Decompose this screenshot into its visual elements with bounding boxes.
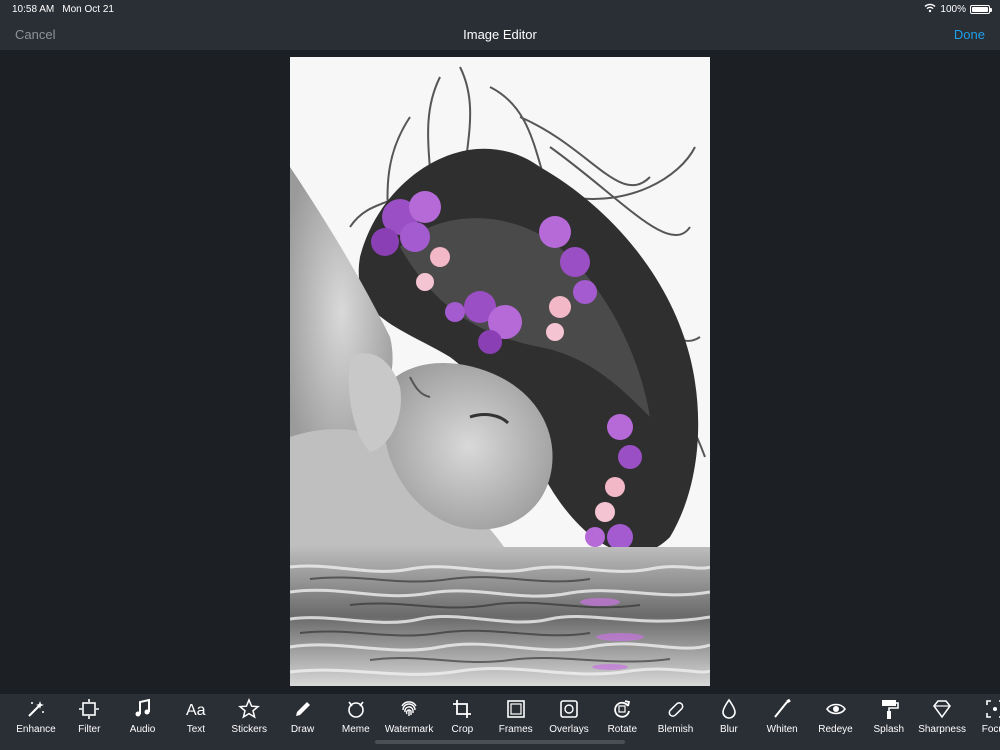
tool-whiten[interactable]: Whiten: [755, 698, 809, 742]
status-right: 100%: [924, 3, 992, 16]
star-icon: [238, 698, 261, 720]
tool-label: Redeye: [818, 724, 853, 735]
music-note-icon: [132, 698, 154, 720]
eye-icon: [825, 698, 847, 720]
tool-enhance[interactable]: Enhance: [9, 698, 63, 742]
photo-artwork: [290, 57, 710, 686]
tool-label: Whiten: [766, 724, 798, 735]
battery-tip: [990, 8, 992, 12]
tool-label: Blemish: [657, 724, 694, 735]
tool-rotate[interactable]: Rotate: [595, 698, 649, 742]
status-time: 10:58 AM: [12, 4, 55, 15]
paint-roller-icon: [878, 698, 900, 720]
tool-stickers[interactable]: Stickers: [222, 698, 276, 742]
tool-overlays[interactable]: Overlays: [542, 698, 596, 742]
tool-label: Rotate: [607, 724, 638, 735]
battery-percent: 100%: [940, 4, 966, 15]
rotate-icon: [611, 698, 633, 720]
tool-meme[interactable]: Meme: [329, 698, 383, 742]
image-editor-screen: 10:58 AM Mon Oct 21 100% Cancel Image Ed…: [0, 0, 1000, 750]
droplet-icon: [718, 698, 740, 720]
filter-icon: [78, 698, 100, 720]
tool-label: Crop: [451, 724, 474, 735]
crop-icon: [451, 698, 473, 720]
tool-label: Focus: [981, 724, 1000, 735]
tool-text[interactable]: Aa Text: [169, 698, 223, 742]
tool-sharpness[interactable]: Sharpness: [915, 698, 969, 742]
tool-label: Splash: [873, 724, 905, 735]
tool-draw[interactable]: Draw: [276, 698, 330, 742]
edited-photo[interactable]: [290, 57, 710, 686]
svg-text:Aa: Aa: [186, 702, 206, 719]
tool-watermark[interactable]: Watermark: [382, 698, 436, 742]
tool-label: Filter: [78, 724, 101, 735]
done-button[interactable]: Done: [954, 27, 985, 42]
tool-label: Draw: [290, 724, 315, 735]
tool-label: Watermark: [384, 724, 434, 735]
tool-blur[interactable]: Blur: [702, 698, 756, 742]
brush-icon: [771, 698, 793, 720]
overlay-icon: [558, 698, 580, 720]
text-aa-icon: Aa: [185, 698, 207, 720]
page-title: Image Editor: [463, 27, 537, 42]
tool-frames[interactable]: Frames: [489, 698, 543, 742]
tool-blemish[interactable]: Blemish: [649, 698, 703, 742]
wifi-icon: [924, 3, 936, 16]
tool-label: Audio: [129, 724, 156, 735]
bandage-icon: [665, 698, 687, 720]
tool-audio[interactable]: Audio: [116, 698, 170, 742]
tool-label: Frames: [498, 724, 533, 735]
meme-face-icon: [345, 698, 367, 720]
focus-icon: [984, 698, 1000, 720]
tool-label: Stickers: [231, 724, 267, 735]
status-bar: 10:58 AM Mon Oct 21 100%: [0, 0, 1000, 18]
tool-filter[interactable]: Filter: [62, 698, 116, 742]
tool-label: Meme: [341, 724, 370, 735]
tool-label: Blur: [719, 724, 738, 735]
tool-focus[interactable]: Focus: [968, 698, 1000, 742]
tool-splash[interactable]: Splash: [862, 698, 916, 742]
status-date: Mon Oct 21: [62, 4, 114, 15]
home-indicator: [375, 740, 625, 744]
tool-label: Sharpness: [918, 724, 966, 735]
battery-fill: [972, 7, 988, 12]
tool-redeye[interactable]: Redeye: [809, 698, 863, 742]
tool-label: Overlays: [549, 724, 589, 735]
battery-icon: [970, 5, 992, 14]
fingerprint-icon: [398, 698, 420, 720]
diamond-icon: [931, 698, 953, 720]
editor-canvas: [0, 50, 1000, 694]
tool-label: Text: [186, 724, 206, 735]
tool-crop[interactable]: Crop: [435, 698, 489, 742]
nav-bar: Cancel Image Editor Done: [0, 18, 1000, 50]
frame-icon: [505, 698, 527, 720]
magic-wand-icon: [25, 698, 47, 720]
status-left: 10:58 AM Mon Oct 21: [12, 4, 114, 15]
tool-label: Enhance: [16, 724, 56, 735]
pencil-icon: [292, 698, 314, 720]
